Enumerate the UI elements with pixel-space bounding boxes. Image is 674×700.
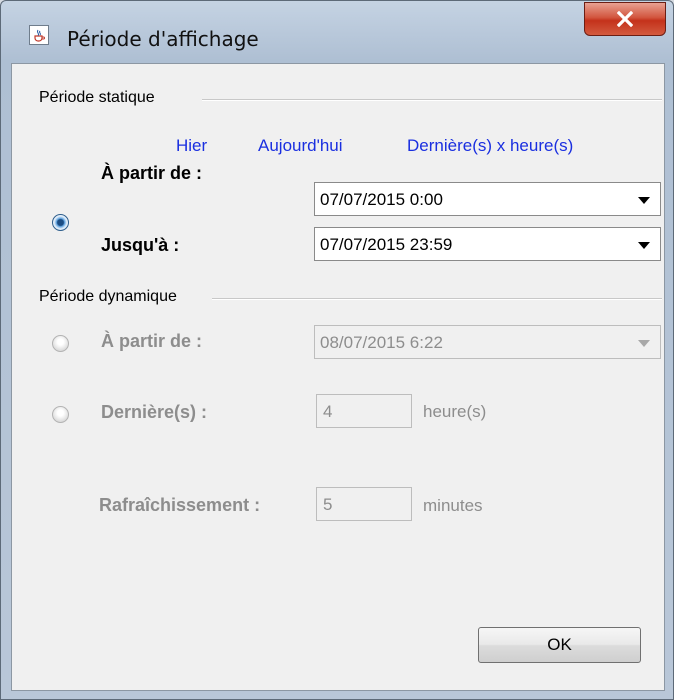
link-yesterday[interactable]: Hier <box>176 136 207 156</box>
title-bar[interactable]: Période d'affichage <box>1 1 673 63</box>
link-last-hours[interactable]: Dernière(s) x heure(s) <box>407 136 573 156</box>
ok-button[interactable]: OK <box>478 627 641 663</box>
dynamic-from-combo[interactable]: 08/07/2015 6:22 <box>314 325 661 359</box>
chevron-down-icon <box>638 197 650 204</box>
chevron-down-icon <box>638 340 650 347</box>
last-hours-field[interactable]: 4 <box>316 394 412 428</box>
dynamic-from-label: À partir de : <box>101 331 203 351</box>
static-from-combo[interactable]: 07/07/2015 0:00 <box>314 182 661 216</box>
static-period-radio[interactable] <box>52 214 69 231</box>
static-to-label: Jusqu'à : <box>101 235 180 255</box>
static-to-value: 07/07/2015 23:59 <box>320 235 453 254</box>
link-today[interactable]: Aujourd'hui <box>258 136 343 156</box>
last-hours-value: 4 <box>323 402 333 421</box>
dialog-content: Période statique Hier Aujourd'hui Derniè… <box>11 63 665 691</box>
dynamic-from-radio[interactable] <box>52 335 69 352</box>
refresh-label: Rafraîchissement : <box>99 495 261 515</box>
close-button[interactable] <box>584 2 666 36</box>
last-hours-unit: heure(s) <box>423 402 487 421</box>
static-from-value: 07/07/2015 0:00 <box>320 190 443 209</box>
static-from-label: À partir de : <box>101 163 203 183</box>
refresh-unit: minutes <box>423 496 483 515</box>
dynamic-section-divider <box>212 298 662 300</box>
static-section-label: Période statique <box>39 89 163 107</box>
dynamic-section-label: Période dynamique <box>39 288 185 306</box>
dynamic-last-radio[interactable] <box>52 406 69 423</box>
window-title: Période d'affichage <box>67 27 259 51</box>
close-x-icon <box>617 11 633 27</box>
refresh-value: 5 <box>323 495 333 514</box>
chevron-down-icon <box>638 242 650 249</box>
dynamic-last-label: Dernière(s) : <box>101 402 208 422</box>
refresh-field[interactable]: 5 <box>316 487 412 521</box>
static-to-combo[interactable]: 07/07/2015 23:59 <box>314 227 661 261</box>
static-section-divider <box>202 99 662 101</box>
java-cup-icon <box>29 25 49 45</box>
dynamic-from-value: 08/07/2015 6:22 <box>320 333 443 352</box>
dialog-window: Période d'affichage Période statique Hie… <box>0 0 674 700</box>
